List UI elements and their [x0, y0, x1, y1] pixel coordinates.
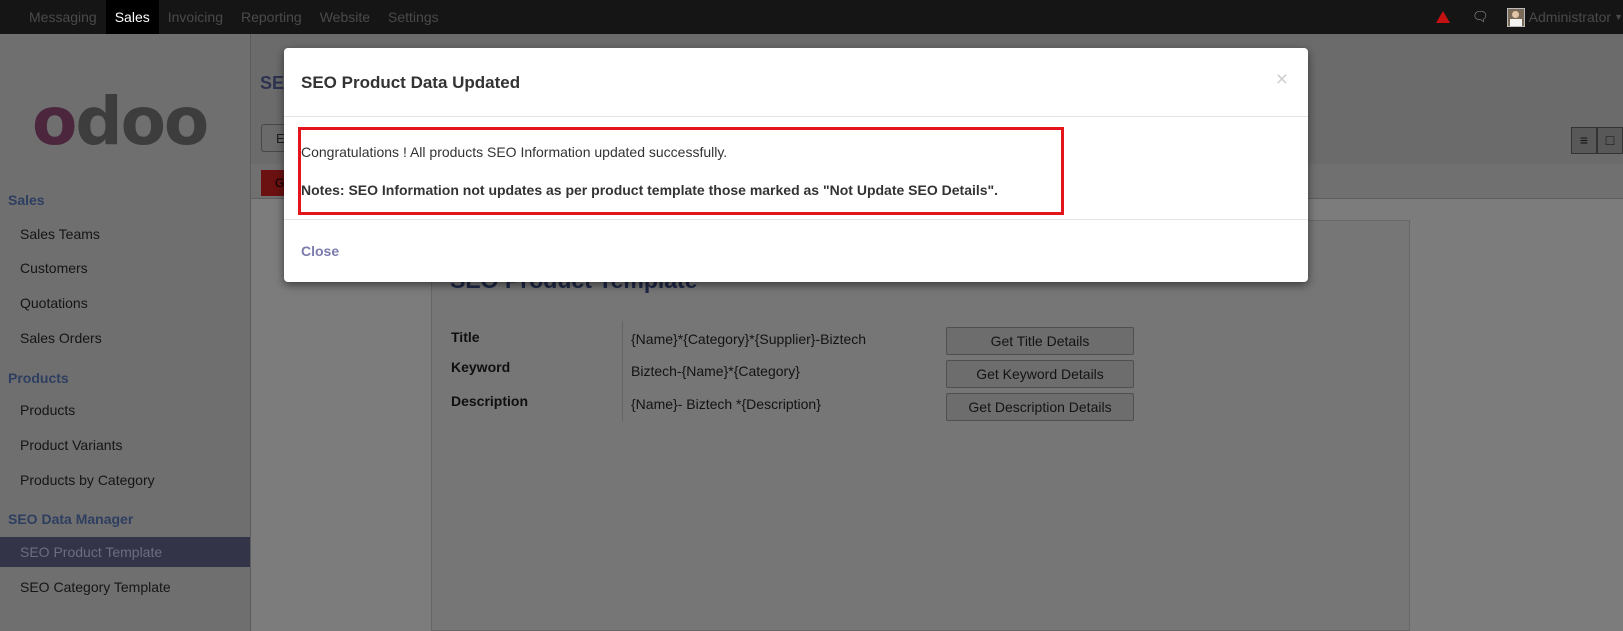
get-title-details-button[interactable]: Get Title Details — [946, 327, 1134, 355]
top-menu: Messaging Sales Invoicing Reporting Webs… — [29, 0, 448, 34]
warning-icon[interactable] — [1436, 11, 1451, 23]
topbar-right: 🗨 Administrator ▼ — [1436, 0, 1623, 34]
chevron-down-icon[interactable]: ▼ — [1614, 12, 1623, 22]
get-keyword-details-button[interactable]: Get Keyword Details — [946, 360, 1134, 388]
chat-icon[interactable]: 🗨 — [1472, 9, 1489, 25]
view-switcher: ≡ □ — [1571, 127, 1623, 154]
sidebar-item-sales-teams[interactable]: Sales Teams — [0, 219, 250, 249]
close-icon[interactable]: × — [1276, 68, 1288, 92]
sidebar: odoo Sales Sales Teams Customers Quotati… — [0, 34, 251, 631]
top-navbar: Messaging Sales Invoicing Reporting Webs… — [0, 0, 1623, 34]
field-label-keyword: Keyword — [451, 359, 511, 375]
sidebar-section-products: Products — [8, 370, 69, 386]
field-label-description: Description — [451, 393, 529, 409]
sidebar-item-customers[interactable]: Customers — [0, 253, 250, 283]
menu-sales[interactable]: Sales — [105, 0, 159, 34]
highlight-box — [298, 127, 1064, 215]
menu-invoicing[interactable]: Invoicing — [159, 0, 232, 34]
field-value-description[interactable]: {Name}- Biztech *{Description} — [631, 396, 821, 412]
breadcrumb[interactable]: SE — [260, 73, 284, 94]
field-separator — [622, 321, 623, 421]
success-message: Congratulations ! All products SEO Infor… — [301, 144, 728, 160]
menu-messaging[interactable]: Messaging — [29, 0, 106, 34]
sidebar-item-product-variants[interactable]: Product Variants — [0, 430, 250, 460]
odoo-logo[interactable]: odoo — [32, 89, 209, 155]
user-menu[interactable]: Administrator — [1529, 9, 1611, 25]
sidebar-item-seo-category-template[interactable]: SEO Category Template — [0, 572, 250, 602]
get-description-details-button[interactable]: Get Description Details — [946, 393, 1134, 421]
list-view-icon[interactable]: ≡ — [1571, 127, 1597, 154]
modal-title: SEO Product Data Updated — [301, 73, 521, 92]
close-button[interactable]: Close — [301, 243, 339, 259]
field-label-title: Title — [451, 329, 480, 345]
sidebar-section-seo-data-manager: SEO Data Manager — [8, 511, 134, 527]
field-value-keyword[interactable]: Biztech-{Name}*{Category} — [631, 363, 800, 379]
sidebar-section-sales: Sales — [8, 192, 45, 208]
menu-website[interactable]: Website — [311, 0, 379, 34]
form-view-icon[interactable]: □ — [1597, 127, 1623, 154]
seo-updated-modal: SEO Product Data Updated × Congratulatio… — [284, 48, 1308, 282]
sidebar-item-products-by-category[interactable]: Products by Category — [0, 465, 250, 495]
sidebar-item-products[interactable]: Products — [0, 395, 250, 425]
menu-settings[interactable]: Settings — [379, 0, 448, 34]
sidebar-item-quotations[interactable]: Quotations — [0, 288, 250, 318]
field-value-title[interactable]: {Name}*{Category}*{Supplier}-Biztech — [631, 331, 866, 347]
avatar[interactable] — [1506, 7, 1525, 27]
notes-message: Notes: SEO Information not updates as pe… — [301, 182, 999, 198]
modal-footer: Close — [284, 219, 1308, 283]
modal-header: SEO Product Data Updated × — [284, 48, 1308, 117]
menu-reporting[interactable]: Reporting — [232, 0, 311, 34]
sidebar-item-sales-orders[interactable]: Sales Orders — [0, 323, 250, 353]
sidebar-item-seo-product-template[interactable]: SEO Product Template — [0, 537, 250, 567]
